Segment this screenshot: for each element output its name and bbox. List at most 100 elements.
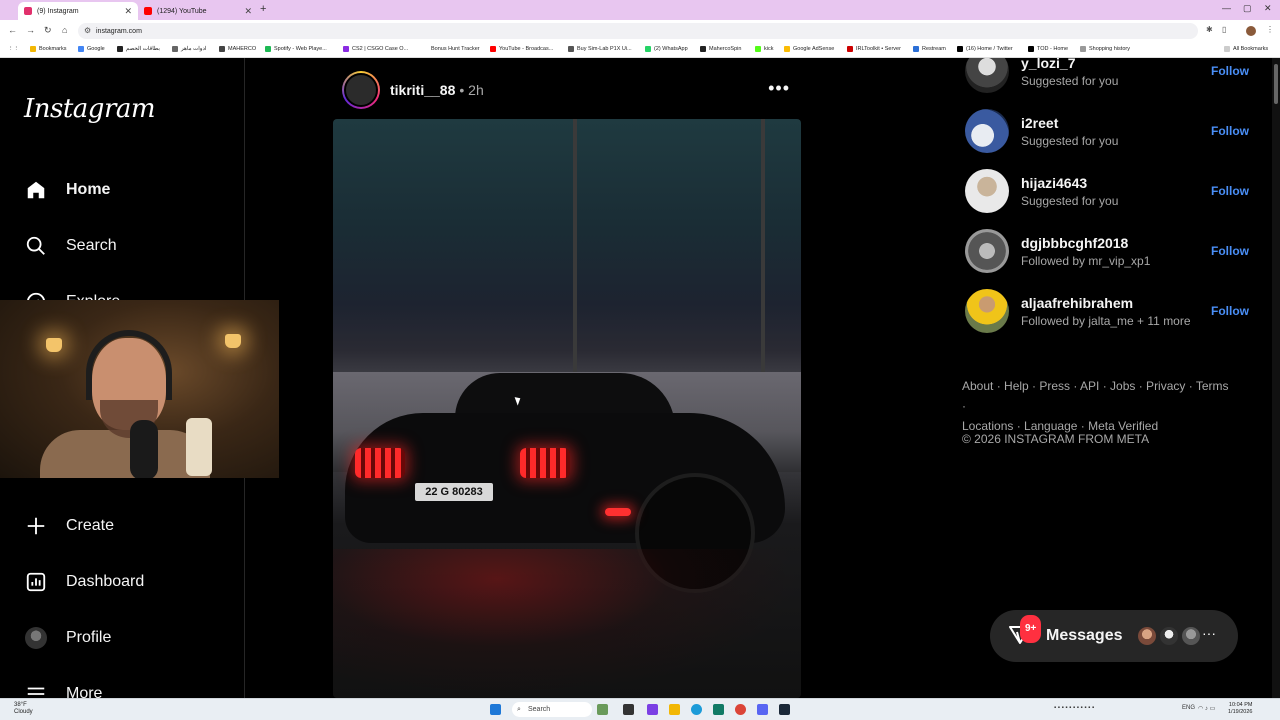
search-placeholder: Search: [528, 706, 551, 713]
site-info-icon[interactable]: ⚙: [84, 26, 91, 35]
bookmark-item[interactable]: MAHERCO: [219, 46, 256, 52]
app-icon[interactable]: [647, 704, 658, 715]
suggested-username[interactable]: hijazi4643: [1021, 175, 1211, 191]
sidebar-item-search[interactable]: Search: [24, 234, 117, 258]
close-tab-icon[interactable]: ✕: [124, 6, 132, 17]
forward-icon[interactable]: →: [26, 25, 35, 35]
bookmark-item[interactable]: YouTube - Broadcas...: [490, 46, 553, 52]
bookmark-item[interactable]: MahercoSpin: [700, 46, 741, 52]
avatar: [1180, 625, 1202, 647]
bookmark-item[interactable]: (16) Home / Twitter: [957, 46, 1013, 52]
headset-icon: [86, 330, 172, 400]
suggested-username[interactable]: aljaafrehibrahem: [1021, 295, 1211, 311]
file-explorer-icon[interactable]: [669, 704, 680, 715]
sidebar-item-profile[interactable]: Profile: [24, 626, 111, 650]
reload-icon[interactable]: ↻: [44, 25, 52, 36]
sidebar-icon[interactable]: ▯: [1222, 25, 1226, 34]
taskbar-search[interactable]: ⌕ Search: [512, 702, 592, 717]
avatar[interactable]: [965, 229, 1009, 273]
sidebar-item-dashboard[interactable]: Dashboard: [24, 570, 144, 594]
url-text: instagram.com: [96, 27, 142, 35]
bookmark-item[interactable]: kick: [755, 46, 773, 52]
suggested-username[interactable]: i2reet: [1021, 115, 1211, 131]
minimize-icon[interactable]: —: [1222, 3, 1231, 13]
app-icon[interactable]: [597, 704, 608, 715]
follow-button[interactable]: Follow: [1211, 124, 1249, 138]
weather-widget[interactable]: 38°F Cloudy: [14, 702, 33, 716]
suggested-username[interactable]: dgjbbbcghf2018: [1021, 235, 1211, 251]
avatar[interactable]: [965, 289, 1009, 333]
post-image[interactable]: 22 G 80283: [333, 119, 801, 698]
more-options-icon[interactable]: •••: [768, 78, 790, 99]
chrome-icon[interactable]: [735, 704, 746, 715]
wifi-icon[interactable]: ◠ ♪ ▭: [1198, 705, 1215, 712]
bookmark-item[interactable]: All Bookmarks: [1224, 46, 1268, 52]
bookmark-item[interactable]: Spotify - Web Playe...: [265, 46, 327, 52]
clock-date: 1/19/2026: [1228, 709, 1253, 715]
avatar[interactable]: [965, 169, 1009, 213]
tab-youtube[interactable]: (1294) YouTube ✕: [138, 2, 258, 20]
bookmark-item[interactable]: Shopping history: [1080, 46, 1130, 52]
back-icon[interactable]: ←: [8, 25, 17, 35]
bookmark-item[interactable]: IRLToolkit • Server: [847, 46, 901, 52]
bookmark-item[interactable]: Google: [78, 46, 105, 52]
messages-button[interactable]: 9+ Messages ···: [990, 610, 1238, 662]
url-input[interactable]: ⚙ instagram.com: [78, 23, 1198, 39]
bookmark-item[interactable]: بطاقات الخصم: [117, 46, 160, 52]
weather-desc: Cloudy: [14, 709, 33, 715]
extensions-icon[interactable]: ✱: [1206, 25, 1213, 34]
post-username[interactable]: tikriti__88: [390, 82, 455, 98]
bookmark-item[interactable]: Buy Sim-Lab P1X Ui...: [568, 46, 632, 52]
close-window-icon[interactable]: ✕: [1264, 3, 1272, 14]
messages-label: Messages: [1046, 627, 1123, 644]
follow-button[interactable]: Follow: [1211, 304, 1249, 318]
tray-icons[interactable]: ▪ ▪ ▪ ▪ ▪ ▪ ▪ ▪ ▪ ▪ ▪: [1054, 705, 1094, 711]
bookmark-item[interactable]: (2) WhatsApp: [645, 46, 688, 52]
close-tab-icon[interactable]: ✕: [244, 6, 252, 17]
lamp-light: [225, 334, 241, 348]
bookmark-item[interactable]: ادوات ماهر: [172, 46, 206, 52]
tab-instagram[interactable]: (9) Instagram ✕: [18, 2, 138, 20]
home-icon[interactable]: ⌂: [62, 25, 67, 35]
app-icon[interactable]: [713, 704, 724, 715]
sidebar-item-more[interactable]: More: [24, 682, 102, 698]
avatar[interactable]: [965, 58, 1009, 93]
bookmark-item[interactable]: CS2 | CSGO Case O...: [343, 46, 408, 52]
bookmark-item[interactable]: Bookmarks: [30, 46, 67, 52]
footer-links-line[interactable]: About · Help · Press · API · Jobs · Priv…: [962, 376, 1232, 416]
avatar: [1158, 625, 1180, 647]
menu-icon: [24, 682, 48, 698]
app-icon[interactable]: [757, 704, 768, 715]
clock[interactable]: 10:04 PM 1/19/2026: [1228, 702, 1252, 716]
plus-icon: [24, 514, 48, 538]
start-icon[interactable]: [490, 704, 501, 715]
bookmark-item[interactable]: Bonus Hunt Tracker: [422, 46, 480, 52]
new-tab-icon[interactable]: +: [260, 3, 266, 15]
sidebar-item-home[interactable]: Home: [24, 178, 110, 202]
scrollbar-thumb[interactable]: [1274, 64, 1278, 104]
browser-menu-icon[interactable]: ⋮: [1266, 25, 1274, 34]
follow-button[interactable]: Follow: [1211, 244, 1249, 258]
bookmark-item[interactable]: TOD - Home: [1028, 46, 1068, 52]
suggested-username[interactable]: y_lozi_7: [1021, 58, 1211, 71]
language-indicator[interactable]: ENG: [1182, 705, 1195, 711]
follow-button[interactable]: Follow: [1211, 64, 1249, 78]
scrollbar[interactable]: [1272, 58, 1280, 698]
post-author-avatar[interactable]: [342, 71, 380, 109]
steam-icon[interactable]: [779, 704, 790, 715]
bookmark-item[interactable]: Restream: [913, 46, 946, 52]
post-timestamp: • 2h: [459, 82, 484, 98]
profile-avatar[interactable]: [1246, 26, 1256, 36]
task-view-icon[interactable]: [623, 704, 634, 715]
sidebar-item-create[interactable]: Create: [24, 514, 114, 538]
maximize-icon[interactable]: ▢: [1243, 3, 1252, 14]
more-icon: ···: [1202, 625, 1216, 641]
edge-icon[interactable]: [691, 704, 702, 715]
follow-button[interactable]: Follow: [1211, 184, 1249, 198]
instagram-logo[interactable]: Instagram: [24, 94, 156, 124]
avatar[interactable]: [965, 109, 1009, 153]
suggestion-row: dgjbbbcghf2018 Followed by mr_vip_xp1 Fo…: [965, 228, 1255, 274]
bookmark-item[interactable]: Google AdSense: [784, 46, 834, 52]
apps-icon[interactable]: ⋮⋮: [8, 46, 19, 52]
lamp-light: [46, 338, 62, 352]
